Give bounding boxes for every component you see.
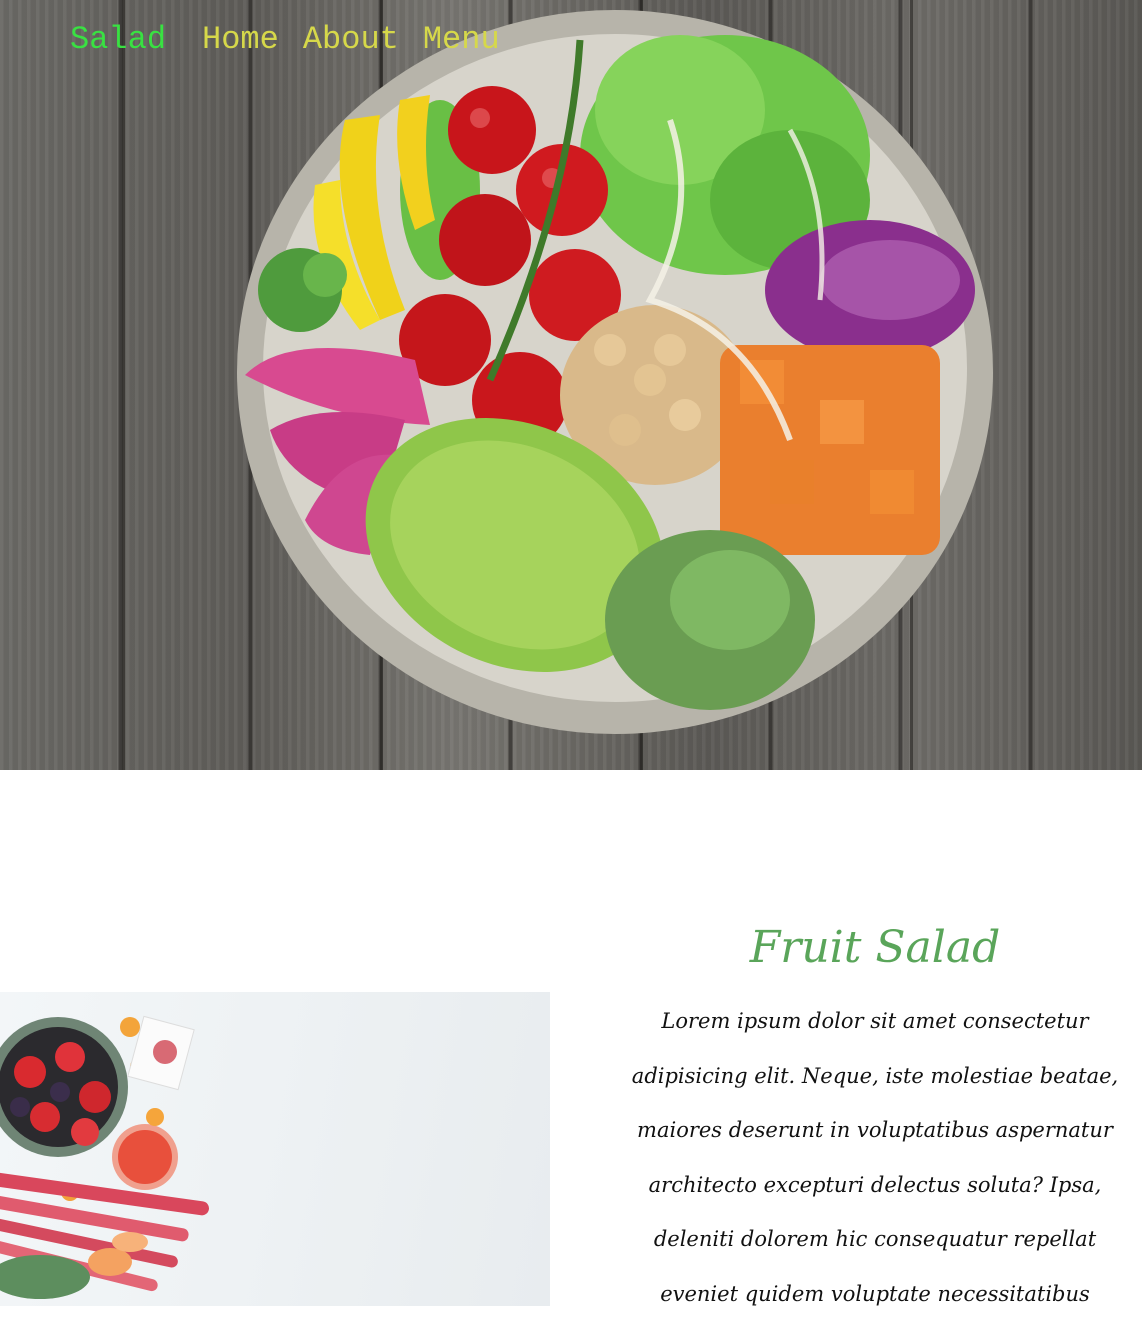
salad-bowl-image <box>237 10 993 734</box>
wood-plank-seam <box>122 0 125 770</box>
fruit-salad-section: Fruit Salad Lorem ipsum dolor sit amet c… <box>620 912 1130 1321</box>
section-title: Fruit Salad <box>749 922 1001 973</box>
brand-logo-text[interactable]: Salad <box>70 20 166 60</box>
fruit-salad-image <box>0 992 550 1306</box>
nav-link-about[interactable]: About <box>303 20 399 60</box>
section-description: Lorem ipsum dolor sit amet consectetur a… <box>631 1009 1119 1306</box>
nav-links: Home About Menu <box>202 20 500 60</box>
nav-link-home[interactable]: Home <box>202 20 279 60</box>
nav-link-menu[interactable]: Menu <box>423 20 500 60</box>
top-navigation: Salad Home About Menu <box>70 20 500 60</box>
hero-banner: Salad Home About Menu <box>0 0 1142 770</box>
